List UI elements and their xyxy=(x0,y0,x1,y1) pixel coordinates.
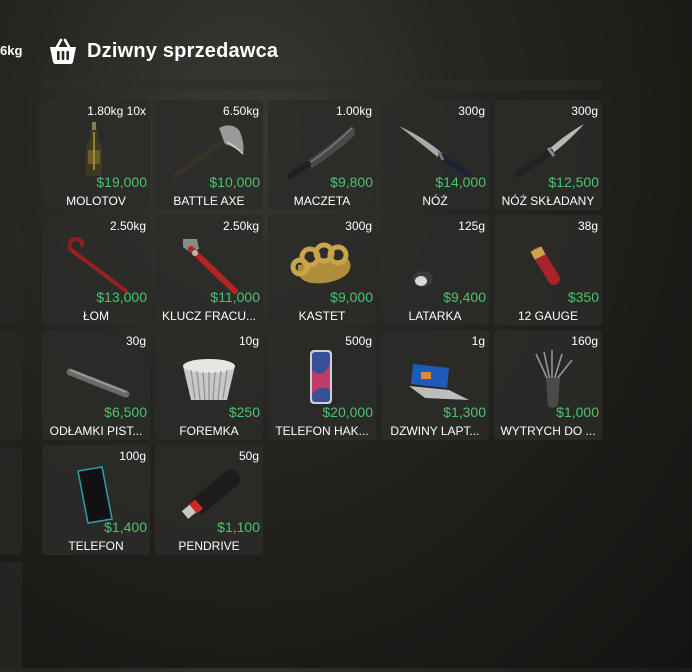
item-name: TELEFON xyxy=(68,539,124,553)
item-card-molotov[interactable]: 1.80kg 10x $19,000 MOLOTOV xyxy=(42,100,150,210)
item-card-flashlight[interactable]: 125g $9,400 LATARKA xyxy=(381,215,489,325)
item-weight: 1.80kg 10x xyxy=(87,104,146,118)
left-panel-weight: 6kg xyxy=(0,43,23,58)
item-name: 12 GAUGE xyxy=(517,309,579,323)
basket-icon xyxy=(50,38,76,64)
item-price: $1,400 xyxy=(104,519,147,535)
item-weight: 160g xyxy=(571,334,598,348)
item-name: KASTET xyxy=(298,309,346,323)
item-weight: 300g xyxy=(571,104,598,118)
item-price: $6,500 xyxy=(104,404,147,420)
item-price: $12,500 xyxy=(548,174,599,190)
item-name: NÓŻ SKŁADANY xyxy=(501,194,595,208)
knife-icon xyxy=(399,126,470,177)
item-weight: 30g xyxy=(125,334,146,348)
battle-axe-icon xyxy=(172,125,244,179)
item-price: $1,000 xyxy=(556,404,599,420)
item-price: $9,000 xyxy=(330,289,373,305)
item-weight: 300g xyxy=(458,104,485,118)
laptop-icon xyxy=(409,362,469,400)
item-name: MACZETA xyxy=(293,194,351,208)
item-price: $1,300 xyxy=(443,404,486,420)
item-price: $13,000 xyxy=(96,289,147,305)
item-name: WYTRYCH DO ... xyxy=(500,424,596,438)
item-weight: 10g xyxy=(238,334,259,348)
item-card-folding-knife[interactable]: 300g $12,500 NÓŻ SKŁADANY xyxy=(494,100,602,210)
item-name: DZWINY LAPT... xyxy=(390,424,480,438)
left-panel-slot[interactable] xyxy=(0,215,22,323)
item-price: $1,100 xyxy=(217,519,260,535)
item-weight: 1.00kg xyxy=(335,104,372,118)
item-price: $11,000 xyxy=(210,289,260,305)
item-price: $19,000 xyxy=(96,174,147,190)
item-price: $14,000 xyxy=(435,174,486,190)
item-price: $10,000 xyxy=(209,174,260,190)
item-price: $9,800 xyxy=(330,174,373,190)
item-card-12-gauge[interactable]: 38g $350 12 GAUGE xyxy=(494,215,602,325)
usb-drive-icon xyxy=(181,470,240,519)
item-name: LATARKA xyxy=(408,309,462,323)
shotgun-shell-icon xyxy=(530,246,560,285)
item-name: MOLOTOV xyxy=(66,194,126,208)
item-name: BATTLE AXE xyxy=(173,194,245,208)
folding-knife-icon xyxy=(514,124,584,178)
item-name: FOREMKA xyxy=(179,424,239,438)
item-weight: 6.50kg xyxy=(222,104,259,118)
shop-header: Dziwny sprzedawca xyxy=(42,32,278,70)
item-card-battle-axe[interactable]: 6.50kg $10,000 BATTLE AXE xyxy=(155,100,263,210)
item-name: NÓŻ xyxy=(422,194,448,208)
knuckles-icon xyxy=(290,242,351,284)
item-card-laptop[interactable]: 1g $1,300 DZWINY LAPT... xyxy=(381,330,489,440)
item-weight: 2.50kg xyxy=(109,219,146,233)
item-weight: 2.50kg xyxy=(222,219,259,233)
item-card-phone[interactable]: 100g $1,400 TELEFON xyxy=(42,445,150,555)
item-card-lockpick[interactable]: 160g $1,000 WYTRYCH DO ... xyxy=(494,330,602,440)
item-card-crowbar[interactable]: 2.50kg $13,000 ŁOM xyxy=(42,215,150,325)
left-panel-slot[interactable] xyxy=(0,82,22,207)
item-card-muffin-cup[interactable]: 10g $250 FOREMKA xyxy=(155,330,263,440)
item-weight: 1g xyxy=(471,334,485,348)
item-weight: 100g xyxy=(119,449,146,463)
item-grid: 1.80kg 10x $19,000 MOLOTOV 6.50kg $10,00… xyxy=(42,100,602,555)
item-name: PENDRIVE xyxy=(178,539,240,553)
item-card-knuckles[interactable]: 300g $9,000 KASTET xyxy=(268,215,376,325)
item-name: ODŁAMKI PIST... xyxy=(49,424,143,438)
crowbar-icon xyxy=(67,236,128,293)
item-weight: 300g xyxy=(345,219,372,233)
item-price: $20,000 xyxy=(322,404,373,420)
left-panel-slot[interactable] xyxy=(0,562,22,672)
item-weight: 50g xyxy=(238,449,259,463)
item-name: ŁOM xyxy=(82,309,109,323)
item-weight: 500g xyxy=(345,334,372,348)
header-divider xyxy=(42,80,602,90)
shop-title: Dziwny sprzedawca xyxy=(87,39,279,62)
pistol-fragments-icon xyxy=(66,368,130,398)
item-name: KLUCZ FRACU... xyxy=(161,309,256,323)
wrench-icon xyxy=(183,239,238,294)
phone-black-icon xyxy=(77,466,113,524)
item-card-pistol-fragments[interactable]: 30g $6,500 ODŁAMKI PIST... xyxy=(42,330,150,440)
item-weight: 125g xyxy=(458,219,485,233)
item-price: $9,400 xyxy=(443,289,486,305)
left-panel-slot[interactable] xyxy=(0,447,22,555)
left-panel-slot[interactable] xyxy=(0,331,22,439)
item-card-knife[interactable]: 300g $14,000 NÓŻ xyxy=(381,100,489,210)
muffin-cup-icon xyxy=(183,359,235,401)
lockpick-icon xyxy=(535,350,573,408)
item-card-pendrive[interactable]: 50g $1,100 PENDRIVE xyxy=(155,445,263,555)
item-price: $250 xyxy=(228,404,260,420)
item-card-machete[interactable]: 1.00kg $9,800 MACZETA xyxy=(268,100,376,210)
molotov-icon xyxy=(86,122,102,176)
item-name: TELEFON HAK... xyxy=(275,424,369,438)
item-weight: 38g xyxy=(577,219,598,233)
machete-icon xyxy=(287,126,355,179)
phone-icon xyxy=(310,350,332,404)
flashlight-icon xyxy=(413,252,462,287)
item-price: $350 xyxy=(567,289,599,305)
item-card-wrench[interactable]: 2.50kg $11,000 KLUCZ FRACU... xyxy=(155,215,263,325)
item-card-hacker-phone[interactable]: 500g $20,000 TELEFON HAK... xyxy=(268,330,376,440)
